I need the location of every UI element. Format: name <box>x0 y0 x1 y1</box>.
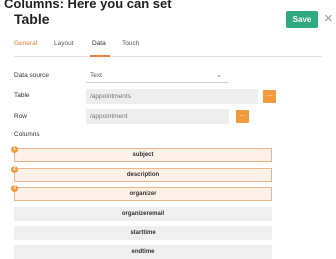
table-label: Table <box>14 92 30 99</box>
column-item-starttime[interactable]: starttime <box>14 226 272 240</box>
column-item-label: starttime <box>130 230 156 236</box>
page-title: Table <box>14 11 50 27</box>
selection-order-badge: 3 <box>11 185 18 192</box>
column-item-subject[interactable]: 1 subject <box>11 146 272 162</box>
selection-order-badge: 2 <box>11 166 18 173</box>
data-source-select[interactable]: Text ⌄ <box>86 69 228 83</box>
column-item-label: organizeremail <box>121 211 165 217</box>
table-browse-button[interactable]: ... <box>263 90 276 103</box>
tab-general[interactable]: General <box>14 40 37 47</box>
data-source-label: Data source <box>14 72 50 79</box>
save-button[interactable]: Save <box>286 11 318 28</box>
cut-off-heading-text: Columns: Here you can set <box>4 0 172 11</box>
column-item-description[interactable]: 2 description <box>11 166 272 182</box>
tab-touch[interactable]: Touch <box>122 40 139 47</box>
close-icon[interactable]: × <box>324 10 336 28</box>
column-item-label: endtime <box>131 249 155 255</box>
row-path-input[interactable]: /appointment <box>86 109 229 124</box>
column-item-endtime[interactable]: endtime <box>14 245 272 259</box>
column-item-label: subject <box>132 152 154 158</box>
chevron-down-icon: ⌄ <box>216 72 222 79</box>
tab-data[interactable]: Data <box>92 40 106 47</box>
data-source-value: Text <box>90 72 102 79</box>
row-browse-button[interactable]: ... <box>236 110 249 123</box>
cut-off-heading: Columns: Here you can set <box>0 0 336 11</box>
column-item-label: description <box>126 172 160 178</box>
table-path-input[interactable]: /appointments <box>86 89 258 104</box>
column-item-organizeremail[interactable]: organizeremail <box>14 207 272 221</box>
columns-label: Columns <box>14 131 40 138</box>
selection-order-badge: 1 <box>11 146 18 153</box>
active-tab-indicator <box>90 55 110 57</box>
tab-bar: General Layout Data Touch <box>14 40 322 57</box>
column-item-label: organizer <box>129 191 157 197</box>
column-item-organizer[interactable]: 3 organizer <box>11 185 272 201</box>
tab-layout[interactable]: Layout <box>54 40 74 47</box>
row-label: Row <box>14 113 28 120</box>
